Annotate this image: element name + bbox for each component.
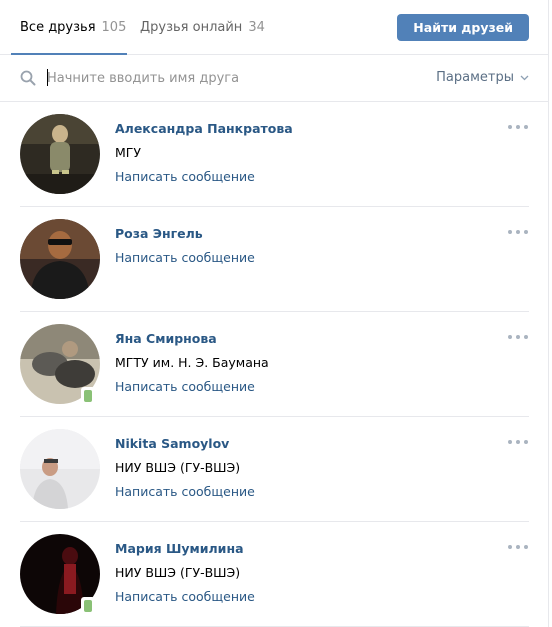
write-message-link[interactable]: Написать сообщение <box>115 484 255 499</box>
friends-panel: Все друзья 105 Друзья онлайн 34 Найти др… <box>0 0 549 627</box>
more-actions-icon[interactable] <box>508 334 528 340</box>
friend-row: Мария Шумилина НИУ ВШЭ (ГУ-ВШЭ) Написать… <box>20 522 529 627</box>
find-friends-button[interactable]: Найти друзей <box>397 14 529 41</box>
write-message-link[interactable]: Написать сообщение <box>115 169 255 184</box>
more-actions-icon[interactable] <box>508 439 528 445</box>
tab-online-friends-label: Друзья онлайн <box>140 19 243 35</box>
search-icon <box>20 70 36 86</box>
avatar-photo <box>20 114 100 194</box>
phone-icon <box>84 600 92 612</box>
online-mobile-badge <box>81 387 95 405</box>
friend-row: Александра Панкратова МГУ Написать сообщ… <box>20 102 529 207</box>
tab-online-friends[interactable]: Друзья онлайн 34 <box>140 0 265 54</box>
write-message-link[interactable]: Написать сообщение <box>115 379 255 394</box>
search-params-dropdown[interactable]: Параметры <box>436 70 529 85</box>
avatar[interactable] <box>20 114 100 194</box>
more-actions-icon[interactable] <box>508 229 528 235</box>
friend-name[interactable]: Роза Энгель <box>115 226 203 241</box>
tab-all-friends-count: 105 <box>101 19 127 35</box>
tab-online-friends-count: 34 <box>248 19 265 35</box>
search-input[interactable] <box>47 67 407 89</box>
text-cursor <box>47 69 48 86</box>
write-message-link[interactable]: Написать сообщение <box>115 589 255 604</box>
more-actions-icon[interactable] <box>508 544 528 550</box>
write-message-link[interactable]: Написать сообщение <box>115 250 255 265</box>
friend-row: Яна Смирнова МГТУ им. Н. Э. Баумана Напи… <box>20 312 529 417</box>
online-mobile-badge <box>81 597 95 615</box>
avatar-photo <box>20 429 100 509</box>
phone-icon <box>84 390 92 402</box>
avatar[interactable] <box>20 219 100 299</box>
more-actions-icon[interactable] <box>508 124 528 130</box>
friend-university: НИУ ВШЭ (ГУ-ВШЭ) <box>115 565 241 580</box>
friend-row: Роза Энгель Написать сообщение <box>20 207 529 312</box>
friends-list: Александра Панкратова МГУ Написать сообщ… <box>0 102 548 627</box>
friends-tabs-header: Все друзья 105 Друзья онлайн 34 Найти др… <box>0 0 548 55</box>
friend-university: МГТУ им. Н. Э. Баумана <box>115 355 269 370</box>
tab-all-friends[interactable]: Все друзья 105 <box>20 0 126 54</box>
friend-name[interactable]: Nikita Samoylov <box>115 436 229 451</box>
friends-search-bar: Параметры <box>0 55 548 102</box>
tab-all-friends-label: Все друзья <box>20 19 96 35</box>
chevron-down-icon <box>520 75 529 80</box>
friend-university: НИУ ВШЭ (ГУ-ВШЭ) <box>115 460 241 475</box>
friend-name[interactable]: Яна Смирнова <box>115 331 217 346</box>
friend-university: МГУ <box>115 145 142 160</box>
search-params-label: Параметры <box>436 70 514 85</box>
friend-name[interactable]: Александра Панкратова <box>115 121 293 136</box>
friend-name[interactable]: Мария Шумилина <box>115 541 244 556</box>
friend-row: Nikita Samoylov НИУ ВШЭ (ГУ-ВШЭ) Написат… <box>20 417 529 522</box>
avatar-photo <box>20 219 100 299</box>
avatar[interactable] <box>20 429 100 509</box>
